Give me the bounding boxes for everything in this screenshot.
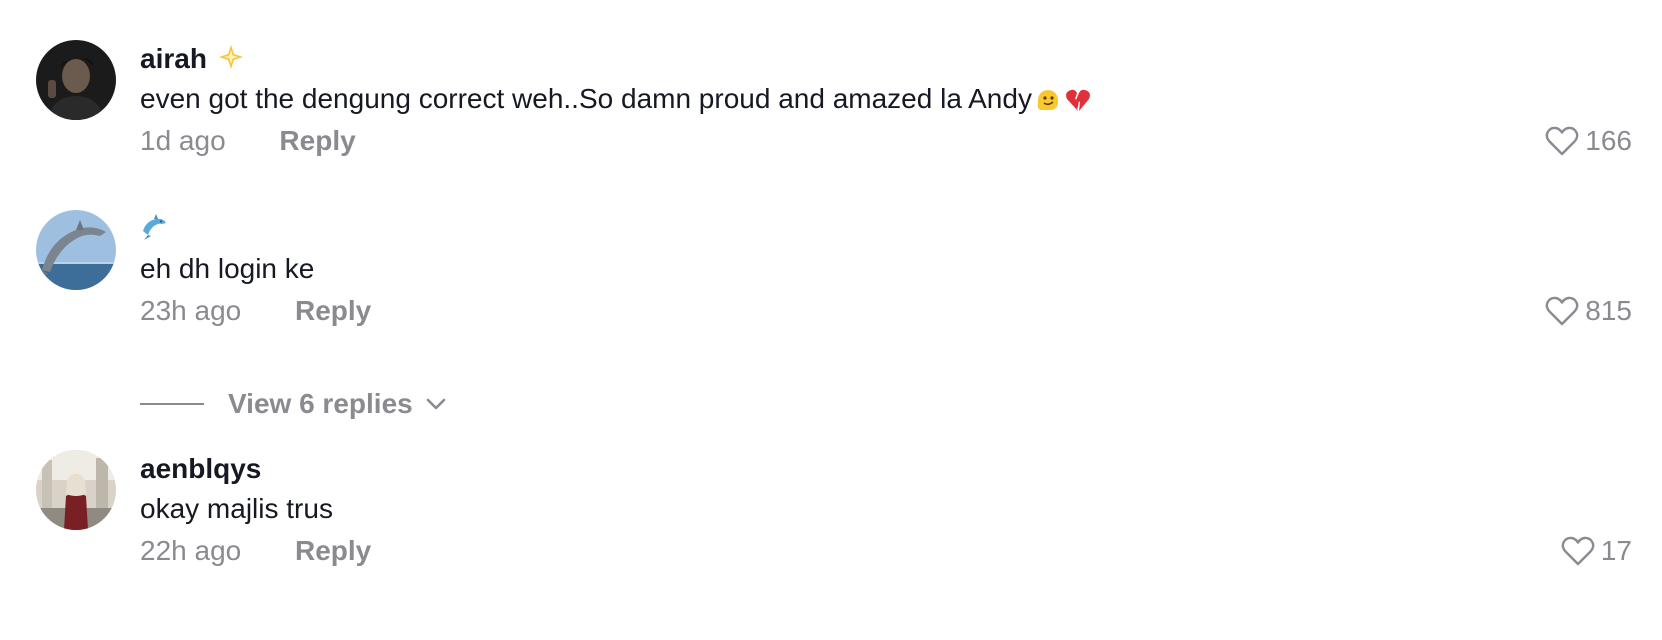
view-replies-divider	[140, 403, 204, 405]
comment-text: eh dh login ke	[140, 251, 314, 287]
chevron-down-icon	[426, 398, 446, 410]
comment-text-content: okay majlis trus	[140, 493, 333, 524]
comment-meta: 23h ago Reply	[140, 293, 371, 329]
glowing-star-emoji-icon	[217, 43, 245, 79]
like-count: 17	[1600, 535, 1632, 566]
broken-heart-emoji-icon	[1064, 86, 1092, 123]
heart-icon	[1545, 126, 1579, 156]
reply-button[interactable]: Reply	[279, 123, 355, 159]
username[interactable]: aenblqys	[140, 452, 261, 486]
avatar[interactable]	[36, 450, 116, 530]
heart-icon	[1545, 296, 1579, 326]
view-replies-label: View 6 replies	[228, 388, 413, 419]
comment-time: 1d ago	[140, 125, 226, 156]
like-button[interactable]: 17	[1561, 533, 1632, 569]
comment-meta: 1d ago Reply	[140, 123, 356, 159]
reply-button[interactable]: Reply	[295, 533, 371, 569]
username-text[interactable]: airah	[140, 43, 207, 74]
comment-time: 23h ago	[140, 295, 242, 326]
view-replies-button[interactable]: View 6 replies	[140, 388, 447, 420]
comment-text: okay majlis trus	[140, 491, 333, 527]
melting-face-emoji-icon	[1034, 86, 1062, 123]
reply-button[interactable]: Reply	[295, 293, 371, 329]
comment-time: 22h ago	[140, 535, 242, 566]
heart-icon	[1561, 536, 1595, 566]
comment-meta: 22h ago Reply	[140, 533, 371, 569]
avatar[interactable]	[36, 40, 116, 120]
like-button[interactable]: 815	[1545, 293, 1632, 329]
comment-text: even got the dengung correct weh..So dam…	[140, 81, 1092, 123]
like-count: 166	[1585, 125, 1632, 156]
comment-text-content: eh dh login ke	[140, 253, 315, 284]
avatar[interactable]	[36, 210, 116, 290]
like-count: 815	[1585, 295, 1632, 326]
username[interactable]: airah	[140, 42, 245, 79]
username[interactable]	[140, 212, 168, 249]
comment-text-content: even got the dengung correct weh..So dam…	[140, 83, 1032, 114]
dolphin-emoji-icon	[140, 213, 168, 249]
like-button[interactable]: 166	[1545, 123, 1632, 159]
username-text[interactable]: aenblqys	[140, 453, 261, 484]
